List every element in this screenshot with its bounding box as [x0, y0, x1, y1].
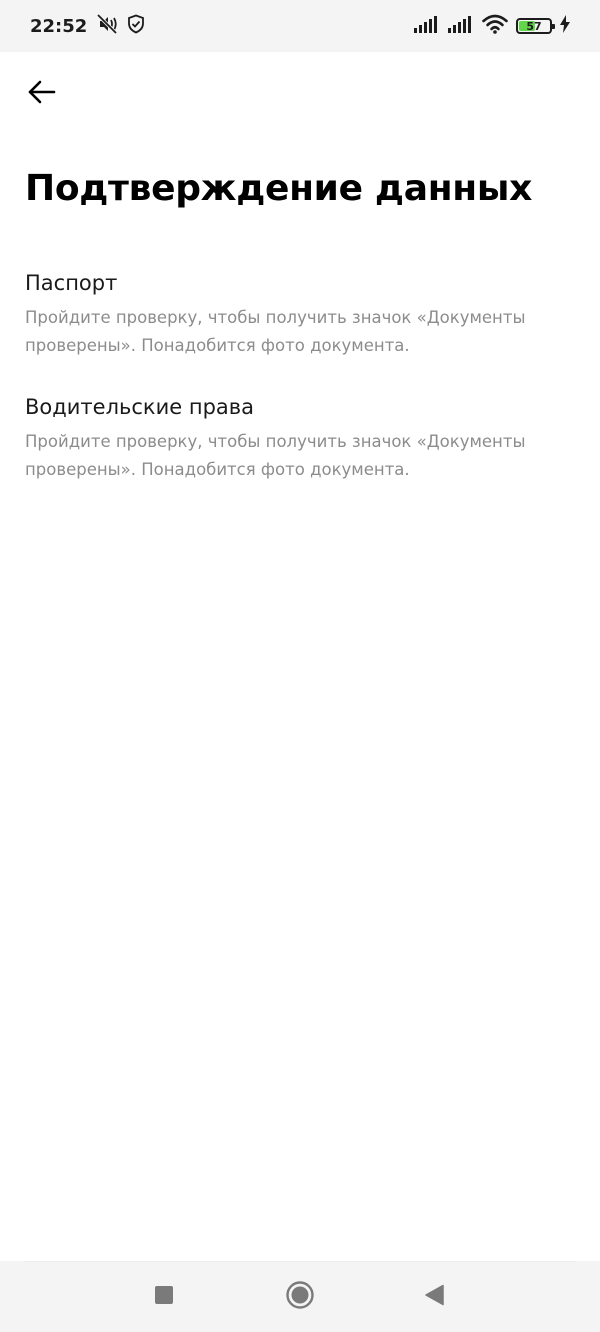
document-description: Пройдите проверку, чтобы получить значок… [25, 432, 526, 479]
system-back-button[interactable] [410, 1273, 458, 1321]
nav-divider [25, 1261, 575, 1262]
home-button[interactable] [276, 1273, 324, 1321]
status-left: 22:52 [30, 13, 145, 40]
status-bar: 22:52 57 [0, 0, 600, 52]
mute-icon [95, 13, 119, 40]
page-title: Подтверждение данных [25, 168, 533, 209]
signal-icon [414, 15, 440, 38]
battery-icon: 57 [516, 18, 555, 34]
arrow-left-icon [28, 80, 56, 109]
charging-icon [560, 14, 570, 38]
shield-icon [127, 14, 145, 39]
wifi-icon [482, 14, 508, 39]
system-nav-bar [0, 1261, 600, 1332]
document-title: Водительские права [25, 395, 255, 419]
document-item-driver-license[interactable]: Водительские права Пройдите проверку, чт… [25, 392, 575, 484]
back-button[interactable] [22, 74, 62, 114]
status-right: 57 [414, 14, 570, 39]
main-content: Подтверждение данных Паспорт Пройдите пр… [0, 52, 600, 1261]
battery-level: 57 [526, 19, 542, 33]
signal-icon [448, 15, 474, 38]
status-time: 22:52 [30, 15, 88, 37]
document-item-passport[interactable]: Паспорт Пройдите проверку, чтобы получит… [25, 268, 575, 360]
home-circle-icon [285, 1280, 315, 1315]
back-triangle-icon [423, 1284, 445, 1311]
recents-square-icon [154, 1285, 174, 1310]
document-description: Пройдите проверку, чтобы получить значок… [25, 308, 526, 355]
document-title: Паспорт [25, 271, 118, 295]
recents-button[interactable] [140, 1273, 188, 1321]
